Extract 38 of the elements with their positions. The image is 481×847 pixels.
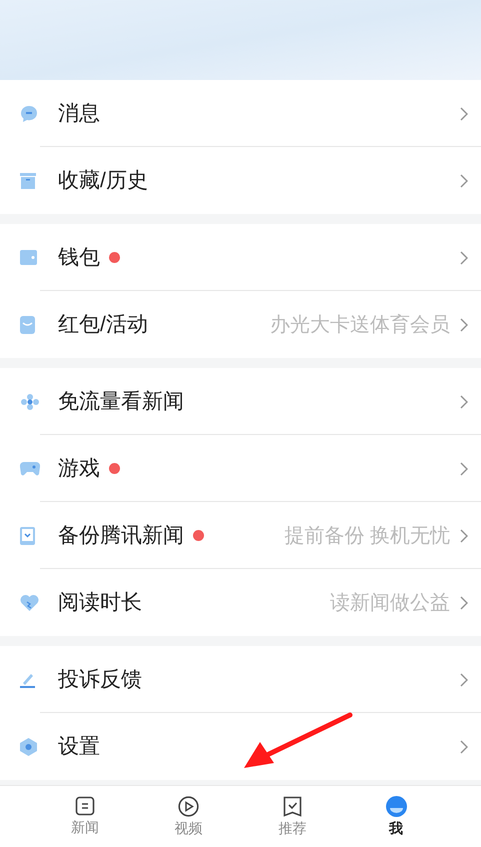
menu-hint: 提前备份 换机无忧 bbox=[284, 524, 450, 548]
chevron-right-icon bbox=[460, 394, 468, 408]
chevron-right-icon bbox=[460, 106, 468, 120]
gamepad-icon bbox=[20, 461, 40, 476]
pencil-icon bbox=[20, 672, 36, 688]
menu-hint: 办光大卡送体育会员 bbox=[270, 312, 450, 338]
menu-hint: 读新闻做公益 bbox=[330, 590, 450, 616]
play-icon bbox=[178, 796, 200, 817]
menu-title: 免流量看新闻 bbox=[58, 388, 184, 415]
menu-title: 备份腾讯新闻 bbox=[58, 522, 184, 549]
phone-box-icon bbox=[20, 526, 35, 544]
envelope-icon bbox=[20, 316, 35, 334]
chevron-right-icon bbox=[460, 318, 468, 332]
news-icon bbox=[74, 796, 95, 816]
menu-title: 阅读时长 bbox=[58, 590, 142, 616]
tab-button[interactable]: 我 bbox=[344, 786, 448, 847]
wallet-icon bbox=[20, 250, 37, 265]
settings-icon bbox=[20, 738, 37, 756]
profile-icon bbox=[386, 796, 407, 817]
heart-icon bbox=[20, 594, 39, 611]
chevron-right-icon bbox=[460, 528, 468, 542]
menu-title: 游戏 bbox=[58, 456, 100, 482]
chevron-right-icon bbox=[460, 250, 468, 264]
chevron-right-icon bbox=[460, 174, 468, 188]
chat-bubble-icon bbox=[20, 104, 38, 122]
chevron-right-icon bbox=[460, 740, 468, 754]
flower-icon bbox=[20, 392, 40, 410]
menu-title: 投诉反馈 bbox=[58, 666, 142, 693]
menu-title: 红包/活动 bbox=[58, 312, 148, 338]
chevron-right-icon bbox=[460, 672, 468, 686]
chevron-right-icon bbox=[460, 596, 468, 610]
archive-box-icon bbox=[20, 172, 36, 188]
menu-title: 钱包 bbox=[58, 244, 100, 271]
menu-title: 消息 bbox=[58, 100, 100, 127]
menu-title: 设置 bbox=[58, 734, 100, 760]
bookmark-check-icon bbox=[282, 796, 302, 817]
menu-title: 收藏/历史 bbox=[58, 168, 148, 194]
chevron-right-icon bbox=[460, 462, 468, 476]
